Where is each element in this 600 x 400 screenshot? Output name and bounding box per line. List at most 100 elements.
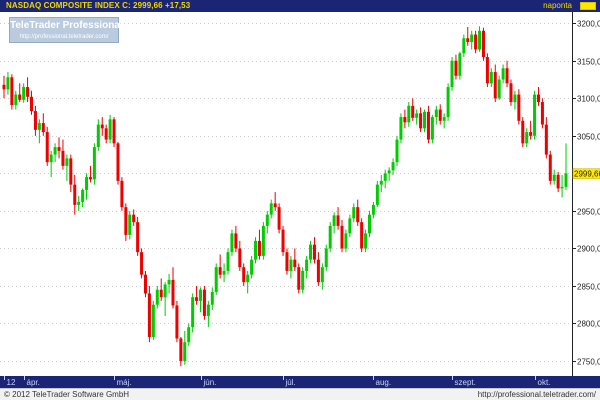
candle bbox=[458, 51, 462, 80]
candle-body bbox=[61, 150, 65, 166]
candle-body bbox=[167, 279, 171, 285]
candle-body bbox=[399, 117, 403, 140]
candle-body bbox=[485, 57, 489, 84]
candle-body bbox=[301, 270, 305, 290]
candle-body bbox=[474, 34, 478, 50]
candle-body bbox=[320, 267, 324, 283]
candle-body bbox=[533, 94, 537, 136]
candle bbox=[10, 74, 14, 110]
candle-body bbox=[191, 297, 195, 328]
candle-body bbox=[10, 77, 14, 106]
candle-body bbox=[481, 30, 485, 58]
candle bbox=[230, 229, 234, 256]
candle-body bbox=[273, 203, 277, 208]
footer-link[interactable]: http://professional.teletrader.com/ bbox=[478, 389, 596, 400]
candle bbox=[202, 285, 206, 320]
candle-body bbox=[470, 34, 474, 43]
candle-body bbox=[214, 267, 218, 292]
candle bbox=[120, 177, 124, 211]
candle-body bbox=[387, 170, 391, 174]
candle-body bbox=[18, 94, 22, 100]
y-tick-label: 2900,00 bbox=[577, 245, 600, 254]
candle-body bbox=[100, 124, 104, 129]
candle-body bbox=[49, 154, 53, 163]
candle-body bbox=[195, 297, 199, 301]
candle bbox=[399, 113, 403, 144]
candle-body bbox=[501, 68, 505, 80]
candle bbox=[285, 248, 289, 275]
candle bbox=[112, 117, 116, 148]
candle-body bbox=[254, 240, 258, 260]
candle-body bbox=[163, 284, 167, 298]
candle-body bbox=[356, 207, 360, 223]
candle-body bbox=[415, 113, 419, 118]
candle-body bbox=[269, 203, 273, 215]
x-tick-label: okt. bbox=[538, 378, 551, 387]
candle-body bbox=[360, 222, 364, 249]
y-tick-label: 2950,00 bbox=[577, 208, 600, 217]
candle-body bbox=[403, 117, 407, 123]
candle-body bbox=[411, 105, 415, 118]
period-label[interactable]: naponta bbox=[543, 0, 572, 12]
candle bbox=[328, 222, 332, 253]
candle-body bbox=[155, 289, 159, 305]
candle-body bbox=[45, 132, 49, 163]
candle-body bbox=[92, 147, 96, 180]
candle-body bbox=[548, 154, 552, 181]
candle-body bbox=[22, 87, 26, 100]
candle bbox=[140, 248, 144, 279]
candle-body bbox=[250, 259, 254, 275]
candle-body bbox=[147, 293, 151, 337]
candle bbox=[533, 90, 537, 140]
candle-body bbox=[238, 248, 242, 268]
y-tick-label: 2850,00 bbox=[577, 283, 600, 292]
candle bbox=[116, 141, 120, 185]
last-price-marker: 2999,66 bbox=[572, 168, 600, 179]
last-price-label: 2999,66 bbox=[574, 170, 600, 179]
candle bbox=[254, 237, 258, 264]
candle-body bbox=[375, 184, 379, 205]
candle-body bbox=[458, 53, 462, 76]
candle bbox=[277, 203, 281, 234]
candle-body bbox=[438, 109, 442, 121]
candle bbox=[301, 267, 305, 294]
candle bbox=[430, 114, 434, 144]
candle-body bbox=[41, 123, 45, 133]
candle-body bbox=[316, 259, 320, 283]
candle-body bbox=[564, 173, 568, 187]
candle-body bbox=[281, 229, 285, 253]
candle-body bbox=[312, 244, 316, 260]
candle-body bbox=[544, 124, 548, 155]
candle-body bbox=[151, 304, 155, 337]
candle-body bbox=[430, 117, 434, 140]
x-tick-label: aug. bbox=[376, 378, 392, 387]
x-tick-label: máj. bbox=[117, 378, 132, 387]
candle bbox=[509, 79, 513, 106]
candle bbox=[297, 263, 301, 294]
candle-body bbox=[336, 215, 340, 226]
candle-body bbox=[529, 132, 533, 136]
candle-body bbox=[489, 72, 493, 84]
candle-body bbox=[391, 162, 395, 171]
candle-body bbox=[218, 267, 222, 275]
candle-body bbox=[466, 38, 470, 43]
candle-body bbox=[30, 96, 34, 112]
candle-body bbox=[297, 267, 301, 290]
candle bbox=[281, 225, 285, 256]
teletrader-logo: TeleTrader Professional http://professio… bbox=[9, 17, 123, 43]
candle-body bbox=[277, 207, 281, 230]
candle bbox=[191, 293, 195, 333]
candle bbox=[521, 117, 525, 148]
candle-body bbox=[293, 259, 297, 268]
price-chart[interactable]: 3200,003150,003100,003050,003000,002950,… bbox=[0, 12, 600, 388]
candle-body bbox=[33, 111, 37, 130]
candle-body bbox=[257, 240, 261, 256]
candle-body bbox=[285, 252, 289, 271]
candle-body bbox=[423, 111, 427, 129]
x-tick-label: júl. bbox=[285, 378, 296, 387]
candle bbox=[517, 89, 521, 125]
candle-body bbox=[171, 279, 175, 306]
candle-body bbox=[202, 289, 206, 316]
candle-body bbox=[116, 143, 120, 181]
candle-body bbox=[478, 30, 482, 50]
